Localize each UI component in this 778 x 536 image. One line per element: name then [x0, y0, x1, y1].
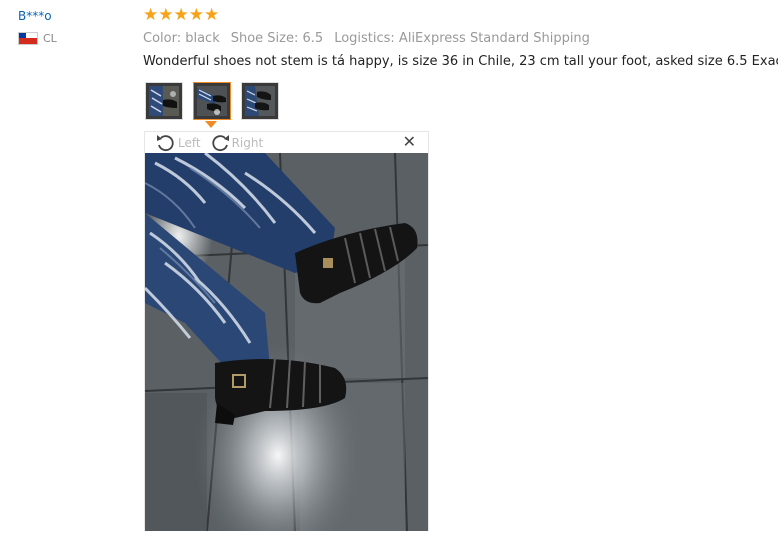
close-icon[interactable]: ✕: [403, 134, 416, 150]
buyer-info: B***o CL: [18, 8, 128, 45]
rotate-right-label: Right: [231, 135, 264, 150]
thumbnail-image: [149, 86, 179, 116]
star-icon: ★: [158, 4, 174, 25]
star-icon: ★: [204, 4, 220, 25]
review-photo-image: [145, 153, 428, 531]
active-thumbnail-indicator: [205, 121, 217, 128]
star-icon: ★: [188, 4, 204, 25]
review-content: ★ ★ ★ ★ ★ Color: black Shoe Size: 6.5 Logi…: [143, 6, 778, 71]
photo-thumbnail-active[interactable]: [193, 82, 231, 120]
rotate-right-button[interactable]: Right: [209, 133, 264, 153]
photo-thumbnail[interactable]: [145, 82, 183, 120]
rotate-left-label: Left: [178, 135, 201, 150]
logistics-attribute: Logistics: AliExpress Standard Shipping: [334, 31, 590, 46]
photo-thumbnails: [145, 82, 289, 120]
chile-flag-icon: [18, 31, 38, 45]
shoe-size-attribute: Shoe Size: 6.5: [230, 31, 324, 46]
review-photo: [145, 153, 428, 531]
color-attribute: Color: black: [143, 31, 220, 46]
country-code: CL: [43, 31, 57, 45]
viewer-toolbar: Left Right ✕: [145, 132, 428, 153]
rotate-left-icon: [157, 134, 174, 151]
thumbnail-image: [197, 86, 227, 116]
buyer-name[interactable]: B***o: [18, 8, 128, 24]
review-text: Wonderful shoes not stem is tá happy, is…: [143, 54, 778, 69]
review-meta: Color: black Shoe Size: 6.5 Logistics: Ali…: [143, 30, 763, 48]
star-rating: ★ ★ ★ ★ ★: [143, 6, 763, 24]
rotate-right-icon: [211, 134, 229, 151]
buyer-country: CL: [18, 31, 128, 45]
photo-viewer: Left Right ✕: [144, 131, 429, 531]
star-icon: ★: [143, 4, 159, 25]
photo-thumbnail[interactable]: [241, 82, 279, 120]
thumbnail-image: [245, 86, 275, 116]
star-icon: ★: [173, 4, 189, 25]
rotate-left-button[interactable]: Left: [155, 133, 201, 153]
